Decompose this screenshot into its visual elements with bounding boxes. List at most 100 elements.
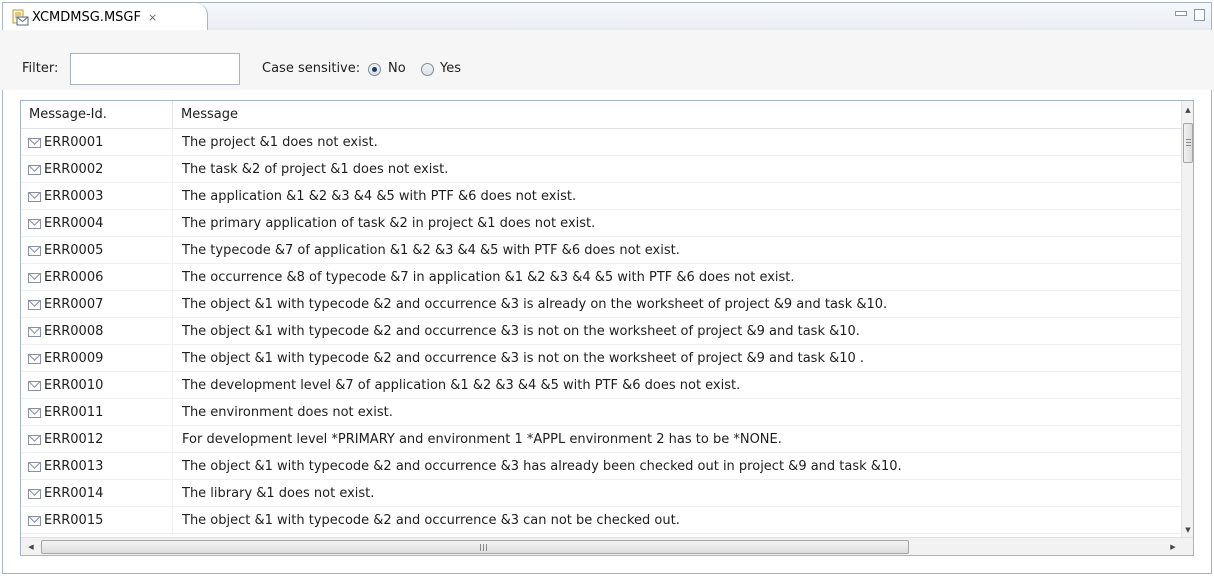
table-row[interactable]: ERR0011 The environment does not exist. [21,399,1183,426]
message-id-cell[interactable]: ERR0002 [21,156,173,183]
horizontal-scroll-thumb[interactable] [41,540,909,554]
horizontal-scrollbar[interactable]: ◀ ▶ [21,537,1193,555]
envelope-icon [28,380,41,391]
table-row[interactable]: ERR0001 The project &1 does not exist. [21,129,1183,156]
message-id: ERR0012 [44,432,104,447]
table-row[interactable]: ERR0014 The library &1 does not exist. [21,480,1183,507]
message-text[interactable]: The object &1 with typecode &2 and occur… [173,318,1183,345]
case-sensitive-yes-radio[interactable] [421,63,434,76]
envelope-icon [28,461,41,472]
envelope-icon [28,488,41,499]
message-text[interactable]: The task &2 of project &1 does not exist… [173,156,1183,183]
message-table: Message-Id. Message ERR0001 The project &… [20,100,1194,556]
message-text[interactable]: For development level *PRIMARY and envir… [173,426,1183,453]
case-sensitive-no-radio[interactable] [368,63,381,76]
grip-icon [1186,139,1191,146]
message-id: ERR0002 [44,162,104,177]
filter-input[interactable] [70,53,240,85]
envelope-icon [28,245,41,256]
message-id: ERR0015 [44,513,104,528]
scroll-right-icon[interactable]: ▶ [1165,538,1181,555]
message-id-cell[interactable]: ERR0013 [21,453,173,480]
case-sensitive-yes-label[interactable]: Yes [440,61,461,76]
envelope-icon [28,164,41,175]
table-body: ERR0001 The project &1 does not exist. ERR… [21,129,1183,539]
envelope-icon [28,407,41,418]
editor-tabbar: XCMDMSG.MSGF ⨯ [3,3,1211,33]
message-text[interactable]: The occurrence &8 of typecode &7 in appl… [173,264,1183,291]
vertical-scrollbar[interactable]: ▲ ▼ [1181,101,1193,539]
table-row[interactable]: ERR0003 The application &1 &2 &3 &4 &5 wi… [21,183,1183,210]
envelope-icon [28,353,41,364]
message-text[interactable]: The object &1 with typecode &2 and occur… [173,291,1183,318]
editor-tab[interactable]: XCMDMSG.MSGF ⨯ [3,3,208,33]
grip-icon [480,544,487,551]
tab-title: XCMDMSG.MSGF [32,10,141,25]
window-controls [1175,9,1205,21]
table-row[interactable]: ERR0005 The typecode &7 of application &1… [21,237,1183,264]
message-text[interactable]: The application &1 &2 &3 &4 &5 with PTF … [173,183,1183,210]
message-id-cell[interactable]: ERR0008 [21,318,173,345]
table-row[interactable]: ERR0015 The object &1 with typecode &2 an… [21,507,1183,534]
close-icon[interactable]: ⨯ [148,11,157,24]
message-text[interactable]: The primary application of task &2 in pr… [173,210,1183,237]
message-id: ERR0003 [44,189,104,204]
message-text[interactable]: The project &1 does not exist. [173,129,1183,156]
message-id: ERR0014 [44,486,104,501]
message-id: ERR0013 [44,459,104,474]
envelope-icon [28,434,41,445]
envelope-icon [28,326,41,337]
message-text[interactable]: The object &1 with typecode &2 and occur… [173,345,1183,372]
table-row[interactable]: ERR0002 The task &2 of project &1 does no… [21,156,1183,183]
message-id-cell[interactable]: ERR0005 [21,237,173,264]
minimize-icon[interactable] [1175,9,1187,19]
table-row[interactable]: ERR0013 The object &1 with typecode &2 an… [21,453,1183,480]
message-id: ERR0004 [44,216,104,231]
table-row[interactable]: ERR0012 For development level *PRIMARY an… [21,426,1183,453]
vertical-scroll-thumb[interactable] [1183,123,1193,163]
message-id-cell[interactable]: ERR0009 [21,345,173,372]
message-id-cell[interactable]: ERR0006 [21,264,173,291]
message-id: ERR0010 [44,378,104,393]
case-sensitive-no-label[interactable]: No [388,61,406,76]
column-header-message-id[interactable]: Message-Id. [21,101,173,129]
case-sensitive-label: Case sensitive: [262,61,361,76]
message-id-cell[interactable]: ERR0004 [21,210,173,237]
message-id: ERR0006 [44,270,104,285]
message-text[interactable]: The typecode &7 of application &1 &2 &3 … [173,237,1183,264]
table-row[interactable]: ERR0009 The object &1 with typecode &2 an… [21,345,1183,372]
envelope-icon [28,299,41,310]
scroll-left-icon[interactable]: ◀ [23,538,39,555]
envelope-icon [28,515,41,526]
message-text[interactable]: The development level &7 of application … [173,372,1183,399]
message-id: ERR0011 [44,405,104,420]
message-id-cell[interactable]: ERR0012 [21,426,173,453]
message-id-cell[interactable]: ERR0014 [21,480,173,507]
message-text[interactable]: The object &1 with typecode &2 and occur… [173,507,1183,534]
envelope-icon [28,218,41,229]
table-row[interactable]: ERR0008 The object &1 with typecode &2 an… [21,318,1183,345]
message-file-icon [11,9,29,27]
envelope-icon [28,137,41,148]
scroll-up-icon[interactable]: ▲ [1182,101,1193,119]
message-id-cell[interactable]: ERR0003 [21,183,173,210]
message-text[interactable]: The library &1 does not exist. [173,480,1183,507]
message-id-cell[interactable]: ERR0011 [21,399,173,426]
table-row[interactable]: ERR0006 The occurrence &8 of typecode &7 … [21,264,1183,291]
message-id-cell[interactable]: ERR0001 [21,129,173,156]
maximize-icon[interactable] [1194,9,1205,21]
message-text[interactable]: The environment does not exist. [173,399,1183,426]
table-row[interactable]: ERR0004 The primary application of task &… [21,210,1183,237]
message-id: ERR0005 [44,243,104,258]
message-text[interactable]: The object &1 with typecode &2 and occur… [173,453,1183,480]
table-header: Message-Id. Message [21,101,1183,129]
table-row[interactable]: ERR0010 The development level &7 of appli… [21,372,1183,399]
envelope-icon [28,191,41,202]
table-row[interactable]: ERR0007 The object &1 with typecode &2 an… [21,291,1183,318]
message-id: ERR0007 [44,297,104,312]
column-header-message[interactable]: Message [173,101,1183,129]
message-id-cell[interactable]: ERR0010 [21,372,173,399]
envelope-icon [28,272,41,283]
message-id-cell[interactable]: ERR0007 [21,291,173,318]
message-id-cell[interactable]: ERR0015 [21,507,173,534]
